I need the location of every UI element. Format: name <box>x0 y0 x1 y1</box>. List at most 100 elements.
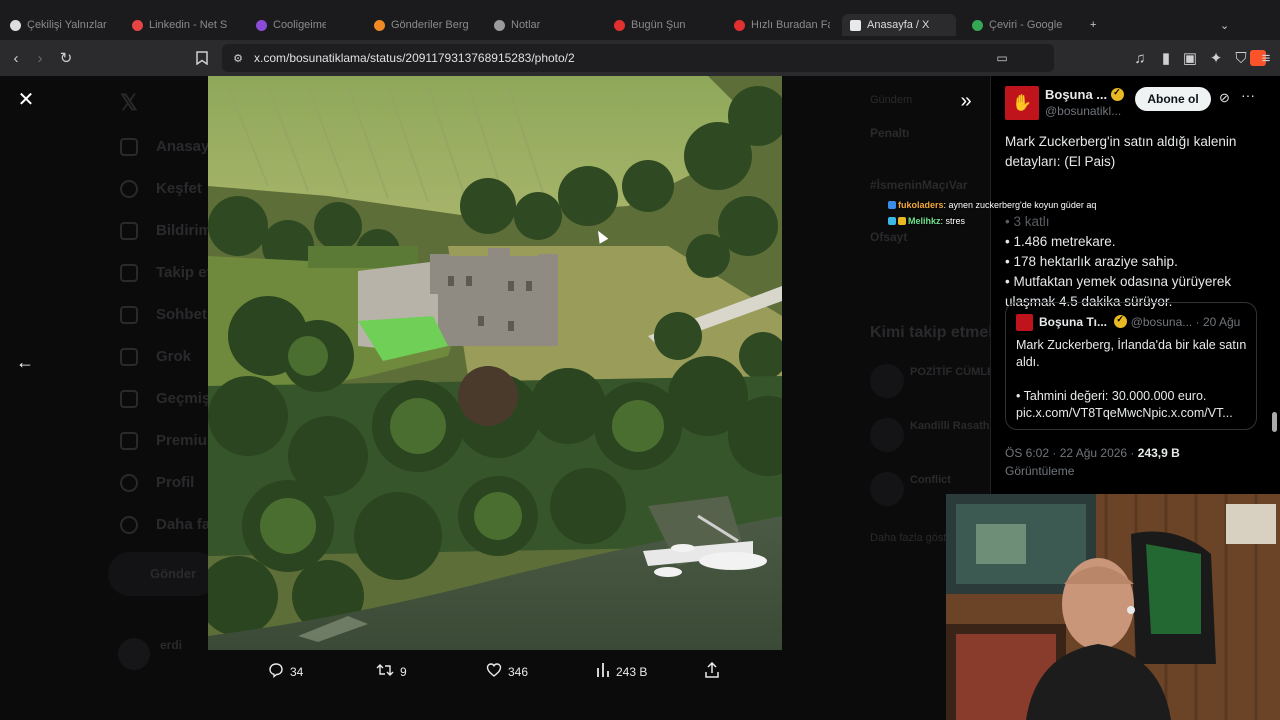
verified-badge-icon <box>1111 87 1125 101</box>
suggest-avatar-dim <box>870 364 904 398</box>
views-count: 243 B <box>616 665 648 679</box>
author-avatar[interactable]: ✋ <box>1005 86 1039 120</box>
tweet-action-bar: 34 9 346 243 B <box>260 660 730 688</box>
tab-favicon-icon <box>10 19 21 31</box>
show-more-dim: Daha fazla göster <box>870 532 957 544</box>
reply-button[interactable]: 34 <box>268 660 303 684</box>
who-to-follow-dim: Kimi takip etmeli <box>870 324 998 341</box>
suggest-avatar-dim <box>870 418 904 452</box>
more-circle-icon <box>120 516 138 534</box>
grok-icon <box>120 348 138 366</box>
more-options-icon[interactable]: ··· <box>1241 87 1255 103</box>
sidebar-icon[interactable]: ▮ <box>1156 48 1176 68</box>
tab-favicon-icon <box>132 19 143 31</box>
repost-count: 9 <box>400 665 407 679</box>
x-favicon-icon <box>850 19 861 31</box>
subscribe-button[interactable]: Abone ol <box>1135 87 1211 111</box>
views-chart-icon <box>596 662 610 682</box>
chat-badge-icon <box>888 201 896 209</box>
home-icon <box>120 138 138 156</box>
panel-scrollbar[interactable] <box>1272 412 1277 432</box>
leo-ai-icon[interactable]: ✦ <box>1206 48 1226 68</box>
chat-badge-icon <box>888 217 896 225</box>
suggest-name-dim: Conflict <box>910 474 951 486</box>
trend-dim: #İsmeninMaçıVar <box>870 178 968 192</box>
browser-tab[interactable]: Linkedin - Net Sa <box>132 14 227 36</box>
bookmark-icon[interactable] <box>192 48 212 68</box>
webcam-feed-image <box>946 494 1280 720</box>
chat-message: fukoladers: aynen zuckerberg'de koyun gü… <box>888 197 1096 213</box>
browser-tab-strip: Çekilişi Yalnızlar Linkedin - Net Sa Coo… <box>0 0 1280 40</box>
verified-badge-icon <box>1114 315 1128 328</box>
tab-favicon-icon <box>734 19 745 31</box>
address-bar[interactable]: ⚙ x.com/bosunatiklama/status/20911793137… <box>222 44 1266 72</box>
profile-icon <box>120 474 138 492</box>
browser-tab[interactable]: Hızlı Buradan Fark <box>734 14 830 36</box>
bell-icon <box>120 222 138 240</box>
browser-tab[interactable]: Notlar <box>494 14 554 36</box>
browser-tab[interactable]: Cooligeimer <box>256 14 326 36</box>
author-handle[interactable]: @bosunatikl... <box>1045 104 1121 118</box>
reply-icon <box>268 662 284 682</box>
quoted-tweet-date: · 20 Ağu <box>1195 315 1241 329</box>
premium-icon <box>120 432 138 450</box>
sidebar-item-history: Geçmiş <box>156 390 211 407</box>
media-icon[interactable]: ♫ <box>1130 48 1150 68</box>
browser-tab[interactable]: Çeviri - Google <box>972 14 1067 36</box>
chat-badge-icon <box>898 217 906 225</box>
follow-icon <box>120 264 138 282</box>
sidebar-item-grok: Grok <box>156 348 192 365</box>
reply-count: 34 <box>290 665 304 679</box>
tab-favicon-icon <box>374 19 385 31</box>
sidebar-item-explore: Keşfet <box>156 180 202 197</box>
views-button[interactable]: 243 B <box>596 660 647 684</box>
author-name[interactable]: Boşuna ... <box>1045 87 1125 102</box>
forward-arrow-icon[interactable]: › <box>30 48 50 68</box>
tab-favicon-icon <box>972 19 983 31</box>
castle-aerial-image <box>208 76 782 650</box>
grok-explain-icon[interactable]: ⊘ <box>1219 90 1230 106</box>
close-icon[interactable]: ✕ <box>16 90 36 110</box>
browser-toolbar: ‹ › ↻ ⚙ x.com/bosunatiklama/status/20911… <box>0 40 1280 76</box>
url-text: x.com/bosunatiklama/status/2091179313768… <box>254 51 575 65</box>
x-logo-icon: 𝕏 <box>120 90 138 115</box>
search-icon <box>120 180 138 198</box>
tweet-timestamp[interactable]: ÖS 6:02 · 22 Ağu 2026 · <box>1005 446 1134 460</box>
tab-favicon-icon <box>614 19 625 31</box>
repost-button[interactable]: 9 <box>376 660 407 684</box>
tweet-meta: ÖS 6:02 · 22 Ağu 2026 · 243,9 B Görüntül… <box>1005 444 1180 480</box>
browser-tab[interactable]: Çekilişi Yalnızlar <box>10 14 110 36</box>
tweet-photo[interactable] <box>208 76 782 650</box>
tab-list-button[interactable]: ⌄ <box>1220 14 1232 36</box>
back-arrow-icon[interactable]: ‹ <box>6 48 26 68</box>
like-count: 346 <box>508 665 529 679</box>
hand-logo-icon: ✋ <box>1012 95 1032 112</box>
wallet-icon[interactable]: ▣ <box>1180 48 1200 68</box>
menu-icon[interactable]: ≡ <box>1256 48 1276 68</box>
trend-dim: Penaltı <box>870 126 910 140</box>
sidebar-item-profile: Profil <box>156 474 195 491</box>
previous-photo-arrow-icon[interactable]: ← <box>14 352 36 374</box>
quoted-author-handle: @bosuna... <box>1130 315 1193 329</box>
browser-tab-active[interactable]: Anasayfa / X <box>842 14 956 36</box>
trend-dim: Ofsayt <box>870 230 908 244</box>
browser-tab[interactable]: Gönderiler Berg <box>374 14 469 36</box>
browser-tab[interactable]: Bugün Şun <box>614 14 709 36</box>
share-button[interactable] <box>704 660 720 684</box>
cast-icon[interactable]: ▭ <box>992 48 1012 68</box>
reload-icon[interactable]: ↻ <box>56 48 76 68</box>
like-button[interactable]: 346 <box>486 660 528 684</box>
suggest-name-dim: POZİTİF CÜMLE <box>910 366 995 378</box>
tweet-bullet: • 1.486 metrekare. <box>1005 234 1116 249</box>
history-icon <box>120 390 138 408</box>
quoted-author-avatar <box>1016 314 1033 331</box>
user-avatar-dim <box>118 638 150 670</box>
quoted-tweet[interactable]: Boşuna Tı... @bosuna... · 20 Ağu Mark Zu… <box>1005 302 1257 430</box>
vpn-icon[interactable]: ⛉ <box>1231 48 1251 68</box>
new-tab-button[interactable]: + <box>1090 14 1102 36</box>
repost-icon <box>376 662 394 682</box>
collapse-panel-icon[interactable]: » <box>954 90 978 114</box>
chat-message: Melihkz: stres <box>888 213 1096 229</box>
quoted-author-name: Boşuna Tı... <box>1039 315 1108 329</box>
site-info-icon[interactable]: ⚙ <box>228 48 248 68</box>
